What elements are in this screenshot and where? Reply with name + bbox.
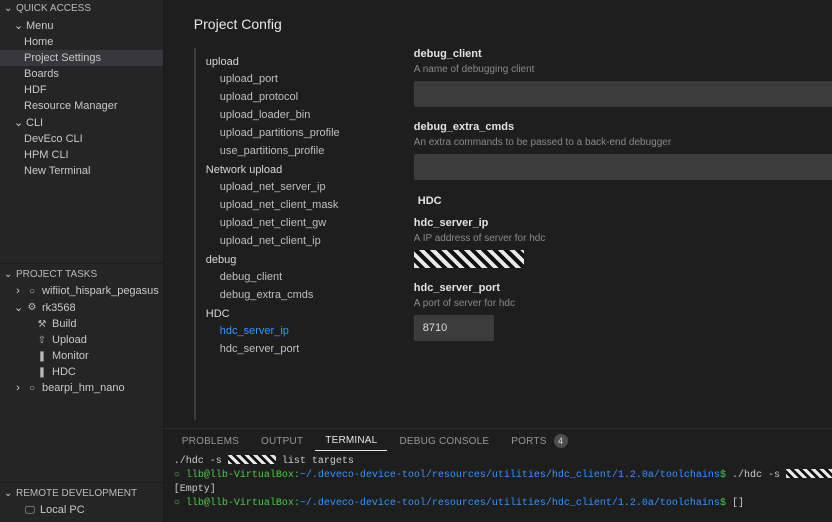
outline-item[interactable]: upload_partitions_profile	[206, 124, 394, 142]
terminal-tabstrip: PROBLEMS OUTPUT TERMINAL DEBUG CONSOLE P…	[164, 429, 832, 453]
cli-item-deveco[interactable]: DevEco CLI	[0, 131, 163, 147]
remote-dev-header[interactable]: ⌄ REMOTE DEVELOPMENT	[0, 485, 163, 502]
outline-item[interactable]: upload_net_server_ip	[206, 178, 394, 196]
outline-group-upload[interactable]: upload	[206, 52, 394, 70]
outline-group-network-upload[interactable]: Network upload	[206, 160, 394, 178]
field-label: debug_client	[414, 48, 832, 60]
config-form: debug_client A name of debugging client …	[414, 48, 832, 420]
outline-item[interactable]: upload_protocol	[206, 88, 394, 106]
tab-problems[interactable]: PROBLEMS	[172, 432, 249, 451]
cli-item-new-terminal[interactable]: New Terminal	[0, 163, 163, 179]
outline-item[interactable]: upload_net_client_gw	[206, 214, 394, 232]
task-group-bearpi[interactable]: › ○ bearpi_hm_nano	[0, 380, 163, 396]
hdc-section-header[interactable]: ⌄ HDC	[414, 194, 832, 207]
field-hint: A IP address of server for hdc	[414, 233, 832, 244]
tab-terminal[interactable]: TERMINAL	[315, 431, 387, 451]
chevron-right-icon: ›	[14, 285, 22, 297]
outline-item[interactable]: upload_net_client_ip	[206, 232, 394, 250]
terminal-panel: PROBLEMS OUTPUT TERMINAL DEBUG CONSOLE P…	[164, 428, 832, 522]
outline-item[interactable]: upload_port	[206, 70, 394, 88]
page-title: Project Config	[194, 16, 832, 32]
menu-item-resource-manager[interactable]: Resource Manager	[0, 98, 163, 114]
quick-access-title: QUICK ACCESS	[16, 3, 91, 14]
debug-client-input[interactable]	[414, 81, 832, 107]
project-tasks-header[interactable]: ⌄ PROJECT TASKS	[0, 266, 163, 283]
terminal-body[interactable]: ./hdc -s list targets ○ llb@llb-VirtualB…	[164, 453, 832, 522]
tab-ports[interactable]: PORTS 4	[501, 430, 577, 452]
outline-item[interactable]: upload_net_client_mask	[206, 196, 394, 214]
outline-item-hdc-server-port[interactable]: hdc_server_port	[206, 340, 394, 358]
config-outline: upload upload_port upload_protocol uploa…	[194, 48, 394, 420]
task-item-build[interactable]: ⚒ Build	[0, 316, 163, 332]
chevron-down-icon: ⌄	[14, 301, 22, 314]
quick-access-header[interactable]: ⌄ QUICK ACCESS	[0, 0, 163, 17]
project-tasks-tree: › ○ wifiiot_hispark_pegasus ⌄ ⚙ rk3568 ⚒…	[0, 283, 163, 400]
field-debug-client: debug_client A name of debugging client	[414, 48, 832, 107]
tab-debug-console[interactable]: DEBUG CONSOLE	[389, 432, 499, 451]
outline-group-hdc[interactable]: HDC	[206, 304, 394, 322]
gear-icon: ⚙	[26, 302, 38, 314]
monitor-icon: 🖵	[24, 504, 36, 516]
chevron-down-icon: ⌄	[4, 3, 12, 14]
chevron-down-icon: ⌄	[14, 19, 22, 32]
outline-item[interactable]: debug_client	[206, 268, 394, 286]
debug-extra-cmds-input[interactable]	[414, 154, 832, 180]
hdc-server-port-input[interactable]	[414, 315, 494, 341]
project-tasks-title: PROJECT TASKS	[16, 269, 97, 280]
outline-item-hdc-server-ip[interactable]: hdc_server_ip	[206, 322, 394, 340]
upload-icon: ⇧	[36, 334, 48, 346]
ports-count-badge: 4	[554, 434, 568, 448]
menu-item-project-settings[interactable]: Project Settings	[0, 50, 163, 66]
redacted-value[interactable]	[414, 250, 524, 268]
chevron-right-icon: ›	[14, 382, 22, 394]
field-hdc-server-port: hdc_server_port A port of server for hdc	[414, 282, 832, 341]
field-label: hdc_server_ip	[414, 217, 832, 229]
field-label: debug_extra_cmds	[414, 121, 832, 133]
field-hdc-server-ip: hdc_server_ip A IP address of server for…	[414, 217, 832, 268]
menu-item-boards[interactable]: Boards	[0, 66, 163, 82]
chevron-down-icon: ⌄	[4, 269, 12, 280]
task-item-hdc[interactable]: ❚ HDC	[0, 364, 163, 380]
outline-item[interactable]: upload_loader_bin	[206, 106, 394, 124]
field-label: hdc_server_port	[414, 282, 832, 294]
cli-group[interactable]: ⌄ CLI	[0, 114, 163, 131]
field-debug-extra-cmds: debug_extra_cmds An extra commands to be…	[414, 121, 832, 180]
chevron-down-icon: ⌄	[14, 116, 22, 129]
outline-group-debug[interactable]: debug	[206, 250, 394, 268]
terminal-output-empty: [Empty]	[174, 483, 832, 497]
menu-item-hdf[interactable]: HDF	[0, 82, 163, 98]
tab-output[interactable]: OUTPUT	[251, 432, 313, 451]
quick-access-tree: ⌄ Menu Home Project Settings Boards HDF …	[0, 17, 163, 183]
chevron-down-icon: ⌄	[4, 488, 12, 499]
circle-icon: ○	[26, 285, 38, 297]
field-hint: A port of server for hdc	[414, 298, 832, 309]
hammer-icon: ⚒	[36, 318, 48, 330]
circle-icon: ○	[26, 382, 38, 394]
field-hint: A name of debugging client	[414, 64, 832, 75]
cli-label: CLI	[26, 117, 43, 129]
cli-item-hpm[interactable]: HPM CLI	[0, 147, 163, 163]
task-group-wifiiot[interactable]: › ○ wifiiot_hispark_pegasus	[0, 283, 163, 299]
task-item-monitor[interactable]: ❚ Monitor	[0, 348, 163, 364]
bullet-icon: ○	[174, 498, 186, 509]
terminal-icon: ❚	[36, 350, 48, 362]
menu-group[interactable]: ⌄ Menu	[0, 17, 163, 34]
field-hint: An extra commands to be passed to a back…	[414, 137, 832, 148]
outline-item[interactable]: debug_extra_cmds	[206, 286, 394, 304]
task-group-rk3568[interactable]: ⌄ ⚙ rk3568	[0, 299, 163, 316]
menu-item-home[interactable]: Home	[0, 34, 163, 50]
bullet-icon: ○	[174, 470, 186, 481]
terminal-icon: ❚	[36, 366, 48, 378]
outline-item[interactable]: use_partitions_profile	[206, 142, 394, 160]
task-item-upload[interactable]: ⇧ Upload	[0, 332, 163, 348]
redacted-value	[786, 469, 832, 478]
remote-item-local-pc[interactable]: 🖵 Local PC	[0, 502, 163, 518]
menu-label: Menu	[26, 20, 54, 32]
redacted-value	[228, 455, 276, 464]
remote-dev-title: REMOTE DEVELOPMENT	[16, 488, 137, 499]
